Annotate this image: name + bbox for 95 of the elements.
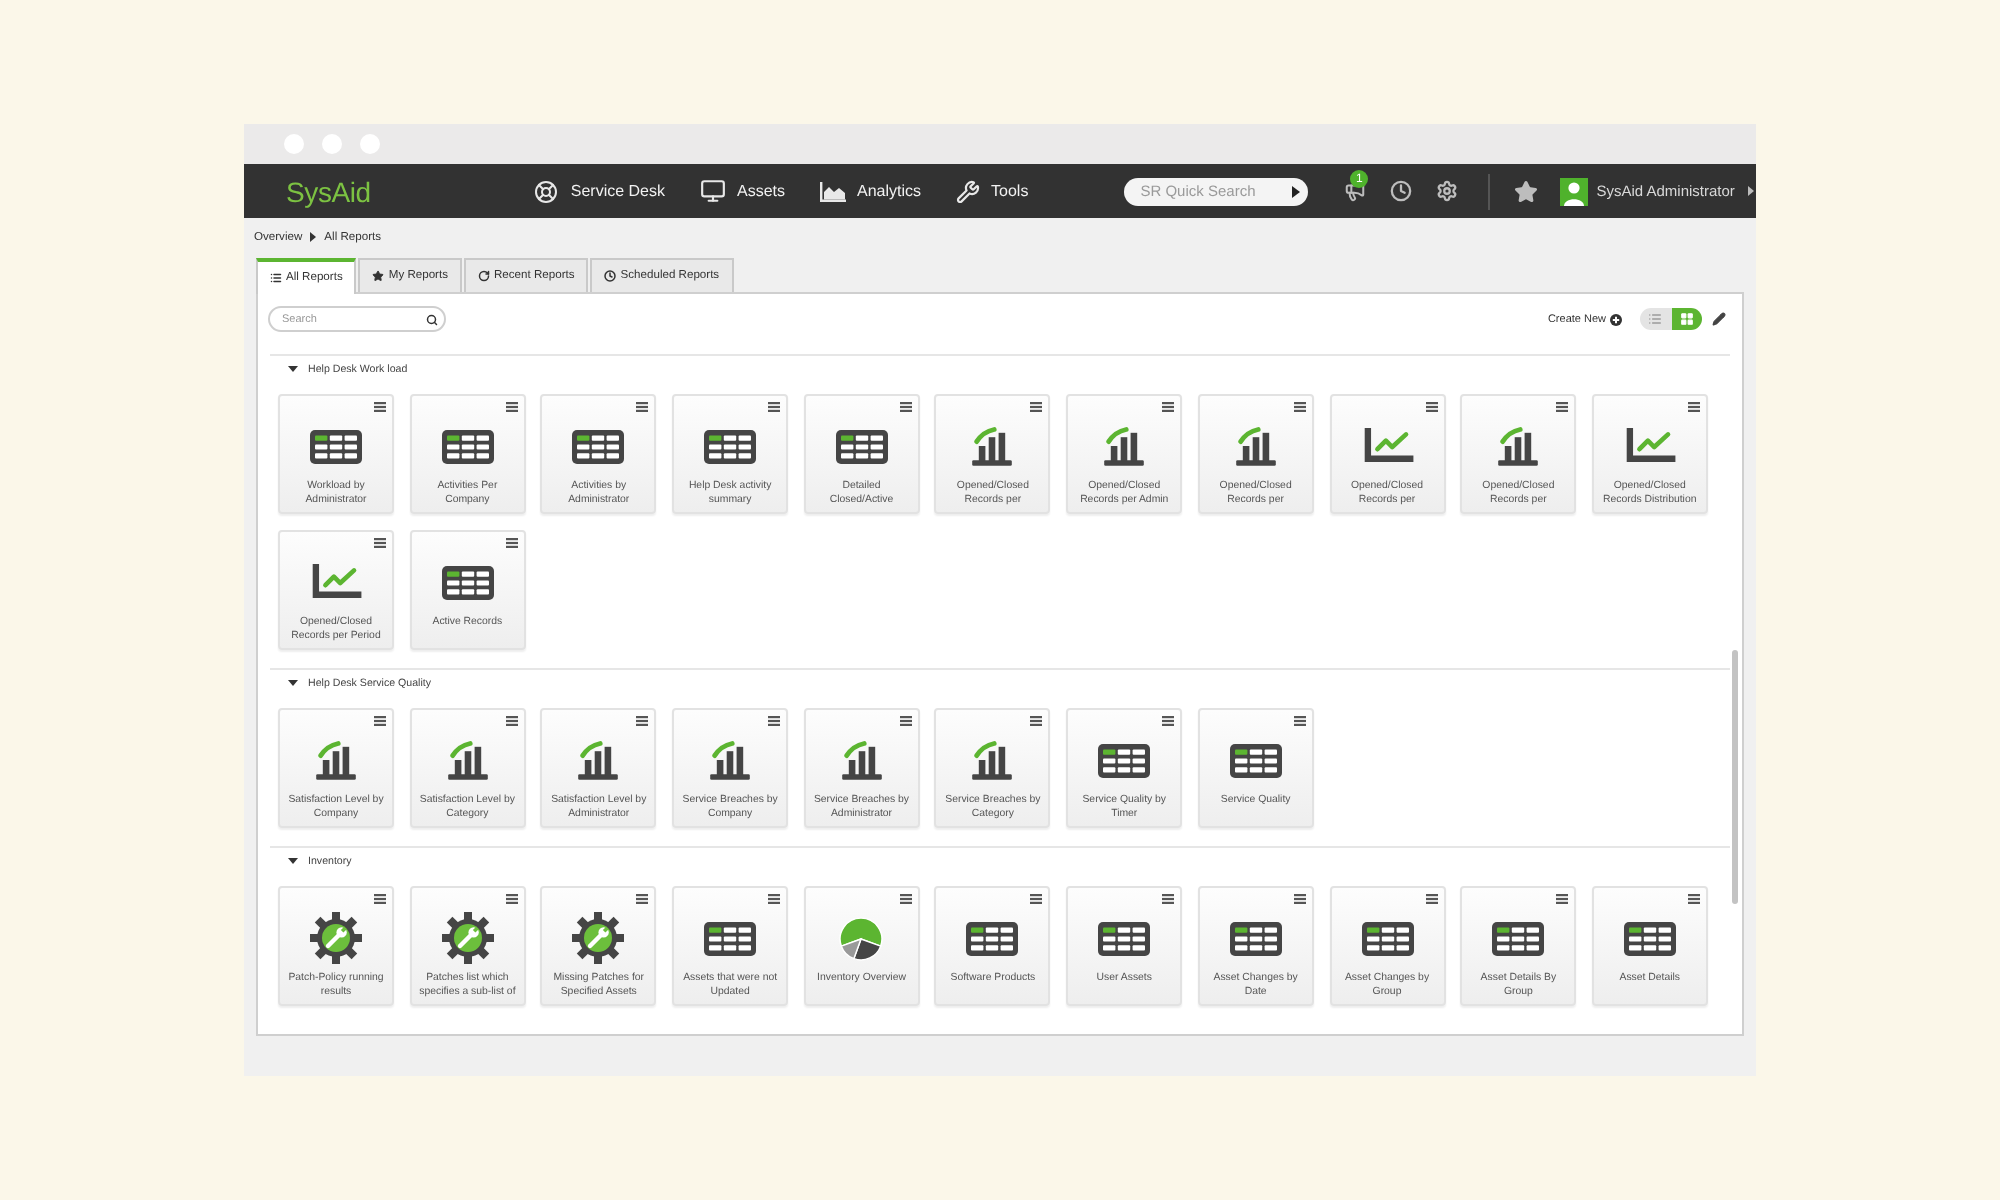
star-icon[interactable] [1514, 179, 1539, 203]
menu-icon[interactable] [1030, 716, 1043, 726]
table-icon [310, 429, 362, 463]
table-icon [441, 429, 494, 463]
menu-icon[interactable] [374, 894, 386, 904]
menu-icon[interactable] [374, 402, 386, 412]
user-avatar-icon [1560, 177, 1589, 205]
bar-chart-icon [970, 740, 1015, 780]
line-chart-icon [1623, 428, 1676, 464]
nav-link[interactable]: Service Desk [534, 179, 665, 203]
search-icon[interactable] [426, 313, 438, 325]
table-icon [1492, 921, 1545, 955]
table-icon [1623, 921, 1676, 955]
menu-icon[interactable] [1162, 402, 1175, 412]
grid-view-button[interactable] [1671, 308, 1702, 330]
bar-chart-icon [970, 426, 1015, 466]
menu-icon[interactable] [505, 402, 518, 412]
pencil-icon[interactable] [1712, 312, 1726, 326]
logo[interactable]: SysAid [286, 175, 371, 207]
menu-icon[interactable] [505, 716, 518, 726]
bar-chart-icon [445, 740, 490, 780]
menu-icon[interactable] [1687, 402, 1700, 412]
bar-chart-icon [314, 740, 358, 780]
caret-icon[interactable] [288, 680, 298, 686]
menu-icon[interactable] [374, 538, 386, 548]
menu-icon[interactable] [899, 894, 912, 904]
line-chart-icon [1361, 428, 1413, 464]
table-icon [441, 565, 494, 599]
menu-icon[interactable] [768, 716, 781, 726]
menu-icon[interactable] [1425, 894, 1437, 904]
clock-icon [604, 270, 617, 282]
list-icon [1648, 312, 1663, 326]
scrollbar-thumb[interactable] [1732, 650, 1738, 904]
menu-icon[interactable] [768, 402, 781, 412]
caret-icon [310, 232, 317, 242]
menu-icon[interactable] [1687, 894, 1700, 904]
table-icon [1098, 921, 1151, 955]
menu-icon[interactable] [1425, 402, 1437, 412]
menu-icon[interactable] [636, 894, 649, 904]
gear-wrench-icon [572, 912, 625, 964]
table-icon [835, 429, 888, 463]
bar-chart-icon [1496, 426, 1541, 466]
gear-wrench-icon [441, 912, 494, 964]
caret-icon[interactable] [288, 858, 298, 864]
menu-icon[interactable] [899, 716, 912, 726]
menu-icon[interactable] [636, 402, 649, 412]
grid-icon [1679, 312, 1694, 326]
megaphone-icon[interactable] [1344, 180, 1367, 202]
menu-icon[interactable] [1030, 402, 1043, 412]
settings-icon[interactable] [1436, 180, 1459, 202]
pie-chart-icon [838, 915, 885, 961]
menu-icon[interactable] [1030, 894, 1043, 904]
table-icon [1098, 743, 1151, 777]
table-icon [572, 429, 625, 463]
caret-icon[interactable] [288, 366, 298, 372]
menu-icon[interactable] [374, 716, 386, 726]
table-icon [1229, 743, 1282, 777]
area-chart-icon [819, 181, 846, 201]
bar-chart-icon [839, 740, 884, 780]
plus-circle-icon [1610, 313, 1622, 325]
caret-icon [1748, 186, 1755, 196]
nav-link[interactable]: Analytics [819, 181, 922, 201]
menu-icon[interactable] [899, 402, 912, 412]
table-icon [966, 921, 1019, 955]
menu-icon[interactable] [1293, 716, 1306, 726]
gear-wrench-icon [310, 912, 362, 964]
star-icon [372, 270, 385, 282]
lifebuoy-icon [534, 179, 559, 203]
table-icon [704, 921, 757, 955]
wrench-icon [955, 179, 980, 203]
table-icon [704, 429, 757, 463]
menu-icon[interactable] [1162, 894, 1175, 904]
table-icon [1361, 921, 1413, 955]
list-icon [270, 272, 282, 284]
menu-icon[interactable] [636, 716, 649, 726]
nav-link[interactable]: Tools [955, 179, 1029, 203]
caret-icon[interactable] [1292, 185, 1301, 197]
menu-icon[interactable] [505, 538, 518, 548]
clock-icon[interactable] [1390, 180, 1413, 202]
table-icon [1229, 921, 1282, 955]
menu-icon[interactable] [1293, 402, 1306, 412]
menu-icon[interactable] [1556, 894, 1569, 904]
refresh-icon [478, 270, 490, 282]
bar-chart-icon [1233, 426, 1278, 466]
menu-icon[interactable] [505, 894, 518, 904]
monitor-icon [699, 178, 725, 204]
bar-chart-icon [1102, 426, 1147, 466]
line-chart-icon [310, 564, 362, 600]
nav-link[interactable]: Assets [699, 178, 786, 204]
menu-icon[interactable] [1556, 402, 1569, 412]
menu-icon[interactable] [1293, 894, 1306, 904]
menu-icon[interactable] [1162, 716, 1175, 726]
menu-icon[interactable] [768, 894, 781, 904]
bar-chart-icon [576, 740, 621, 780]
bar-chart-icon [708, 740, 753, 780]
